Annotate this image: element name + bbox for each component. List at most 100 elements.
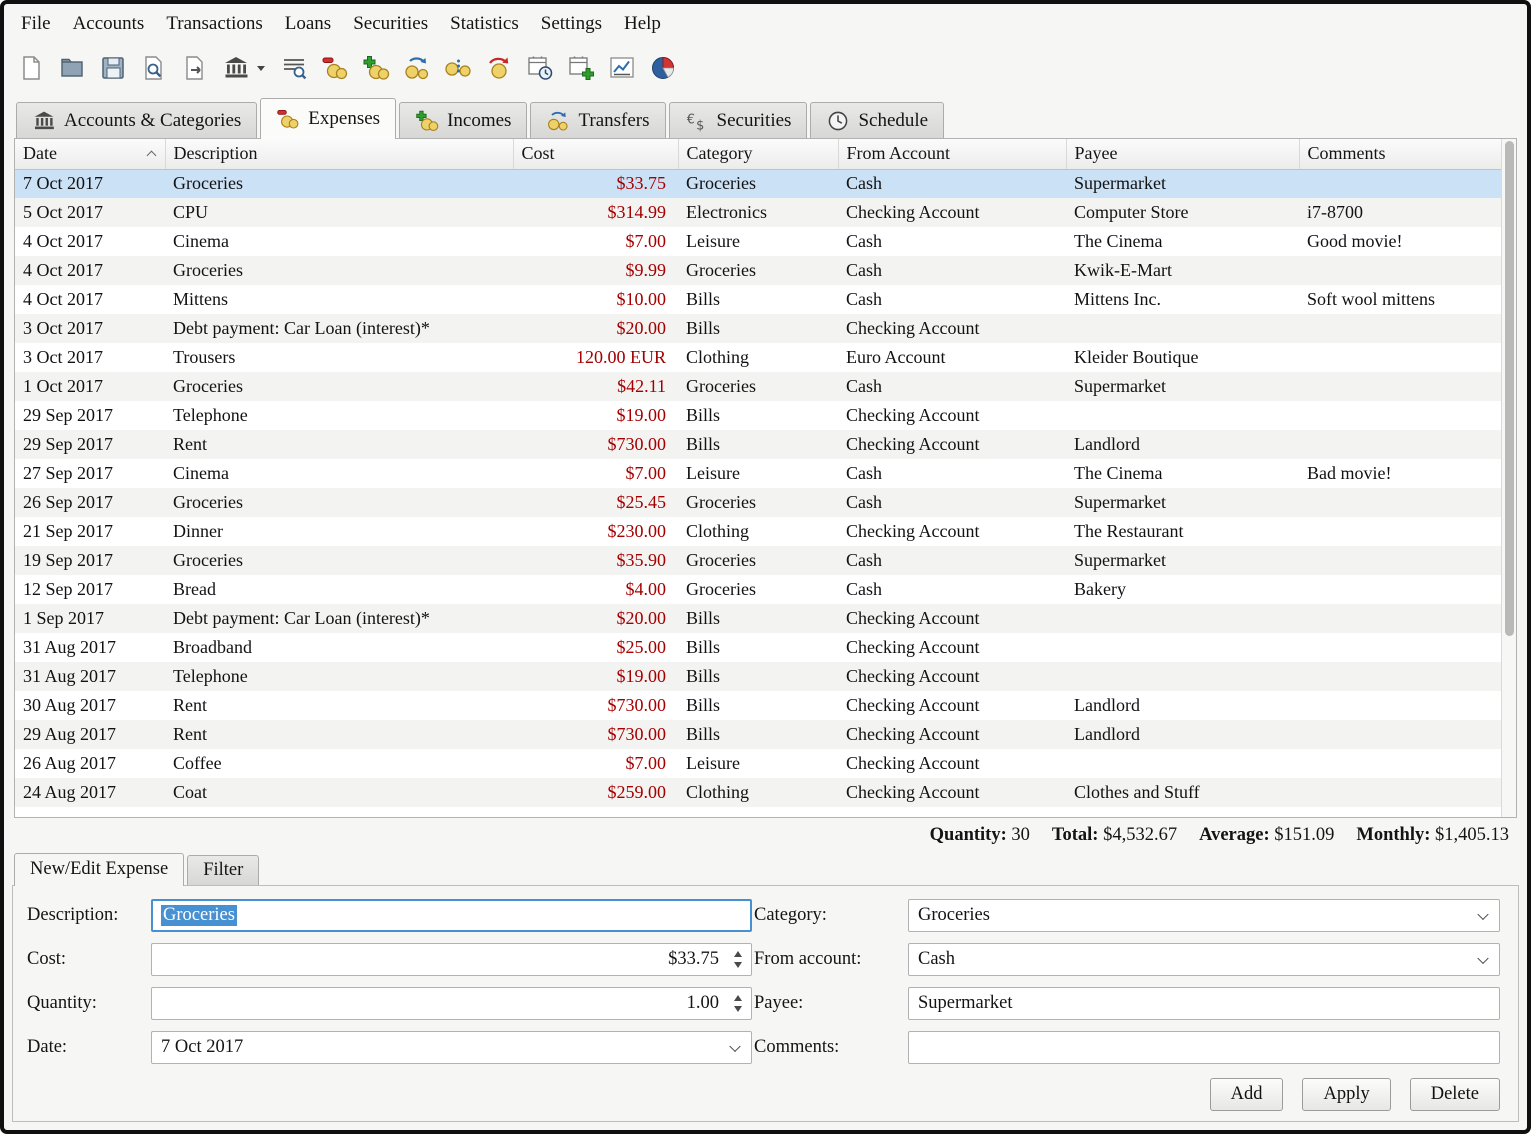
new-file-button[interactable] (14, 51, 48, 85)
scrollbar-thumb[interactable] (1505, 141, 1514, 636)
table-row[interactable]: 31 Aug 2017Broadband$25.00BillsChecking … (15, 633, 1501, 662)
export-button[interactable] (178, 51, 212, 85)
quantity-input[interactable]: 1.00 (151, 987, 752, 1020)
tab-transfers[interactable]: Transfers (530, 102, 665, 138)
table-row[interactable]: 1 Sep 2017Debt payment: Car Loan (intere… (15, 604, 1501, 633)
table-row[interactable]: 4 Oct 2017Mittens$10.00BillsCashMittens … (15, 285, 1501, 314)
cost-input[interactable]: $33.75 (151, 943, 752, 976)
spin-down-icon[interactable] (734, 962, 742, 968)
table-row[interactable]: 26 Sep 2017Groceries$25.45GroceriesCashS… (15, 488, 1501, 517)
menu-transactions[interactable]: Transactions (155, 7, 273, 41)
column-header-from-account[interactable]: From Account (838, 139, 1066, 169)
menu-statistics[interactable]: Statistics (439, 7, 530, 41)
pie-chart-button[interactable] (646, 51, 680, 85)
quantity-spinner[interactable] (727, 989, 749, 1018)
column-header-description[interactable]: Description (165, 139, 513, 169)
from-account-combobox[interactable]: Cash (908, 943, 1500, 976)
schedule-button[interactable] (523, 51, 557, 85)
tab-expenses[interactable]: Expenses (260, 98, 396, 139)
editor-tab-new-edit-expense[interactable]: New/Edit Expense (14, 853, 184, 886)
vertical-scrollbar[interactable] (1501, 139, 1516, 817)
table-row[interactable]: 24 Aug 2017Coat$259.00ClothingChecking A… (15, 778, 1501, 807)
category-combobox[interactable]: Groceries (908, 899, 1500, 932)
tab-schedule[interactable]: Schedule (810, 102, 944, 138)
table-row[interactable]: 30 Aug 2017Rent$730.00BillsChecking Acco… (15, 691, 1501, 720)
menu-accounts[interactable]: Accounts (62, 7, 156, 41)
total-label: Total: (1052, 825, 1099, 845)
column-header-date[interactable]: Date (15, 139, 165, 169)
column-header-comments[interactable]: Comments (1299, 139, 1501, 169)
table-row[interactable]: 4 Oct 2017Groceries$9.99GroceriesCashKwi… (15, 256, 1501, 285)
cell-from-account: Checking Account (838, 720, 1066, 749)
cell-comments (1299, 575, 1501, 604)
tab-securities[interactable]: €$Securities (669, 102, 808, 138)
editor-tab-bar: New/Edit ExpenseFilter (4, 852, 1527, 885)
spin-up-icon[interactable] (734, 995, 742, 1001)
save-button[interactable] (96, 51, 130, 85)
table-row[interactable]: 3 Oct 2017Trousers120.00 EURClothingEuro… (15, 343, 1501, 372)
open-file-button[interactable] (55, 51, 89, 85)
chart-button[interactable] (605, 51, 639, 85)
cost-spinner[interactable] (727, 945, 749, 974)
editor-tab-filter[interactable]: Filter (187, 855, 259, 885)
from-account-value: Cash (918, 949, 955, 970)
cell-cost: $42.11 (513, 372, 678, 401)
column-header-payee[interactable]: Payee (1066, 139, 1299, 169)
cell-from-account: Checking Account (838, 198, 1066, 227)
description-input[interactable]: Groceries (151, 899, 752, 932)
pie-chart-icon (649, 54, 677, 82)
refund-button[interactable] (482, 51, 516, 85)
split-transaction-button[interactable] (441, 51, 475, 85)
payee-input[interactable]: Supermarket (908, 987, 1500, 1020)
cell-category: Bills (678, 662, 838, 691)
tab-incomes[interactable]: Incomes (399, 102, 527, 138)
table-row[interactable]: 29 Sep 2017Telephone$19.00BillsChecking … (15, 401, 1501, 430)
description-selected-text: Groceries (161, 905, 237, 926)
new-income-button[interactable] (359, 51, 393, 85)
comments-input[interactable] (908, 1031, 1500, 1064)
from-account-label: From account: (754, 949, 906, 970)
cell-cost: $4.00 (513, 575, 678, 604)
table-row[interactable]: 5 Oct 2017CPU$314.99ElectronicsChecking … (15, 198, 1501, 227)
new-expense-button[interactable] (318, 51, 352, 85)
cell-date: 29 Aug 2017 (15, 720, 165, 749)
menu-loans[interactable]: Loans (274, 7, 342, 41)
table-row[interactable]: 31 Aug 2017Telephone$19.00BillsChecking … (15, 662, 1501, 691)
menu-file[interactable]: File (10, 7, 62, 41)
cell-description: Cinema (165, 459, 513, 488)
spin-down-icon[interactable] (734, 1006, 742, 1012)
table-row[interactable]: 29 Aug 2017Rent$730.00BillsChecking Acco… (15, 720, 1501, 749)
tab-accounts[interactable]: Accounts & Categories (16, 102, 257, 138)
column-header-cost[interactable]: Cost (513, 139, 678, 169)
menu-securities[interactable]: Securities (342, 7, 439, 41)
cell-comments (1299, 314, 1501, 343)
column-header-category[interactable]: Category (678, 139, 838, 169)
menu-help[interactable]: Help (613, 7, 672, 41)
table-row[interactable]: 21 Sep 2017Dinner$230.00ClothingChecking… (15, 517, 1501, 546)
spin-up-icon[interactable] (734, 951, 742, 957)
menu-settings[interactable]: Settings (530, 7, 613, 41)
table-row[interactable]: 19 Sep 2017Groceries$35.90GroceriesCashS… (15, 546, 1501, 575)
table-row[interactable]: 26 Aug 2017Coffee$7.00LeisureChecking Ac… (15, 749, 1501, 778)
cell-from-account: Checking Account (838, 691, 1066, 720)
accounts-button[interactable] (219, 51, 253, 85)
accounts-dropdown-caret-icon[interactable] (257, 66, 265, 71)
date-combobox[interactable]: 7 Oct 2017 (151, 1031, 752, 1064)
table-row[interactable]: 27 Sep 2017Cinema$7.00LeisureCashThe Cin… (15, 459, 1501, 488)
apply-button[interactable]: Apply (1302, 1078, 1390, 1111)
edit-schedule-button[interactable] (564, 51, 598, 85)
chart-icon (608, 54, 636, 82)
table-row[interactable]: 3 Oct 2017Debt payment: Car Loan (intere… (15, 314, 1501, 343)
ledger-button[interactable] (277, 51, 311, 85)
edit-schedule-icon (567, 54, 595, 82)
cell-date: 31 Aug 2017 (15, 662, 165, 691)
table-row[interactable]: 4 Oct 2017Cinema$7.00LeisureCashThe Cine… (15, 227, 1501, 256)
table-row[interactable]: 12 Sep 2017Bread$4.00GroceriesCashBakery (15, 575, 1501, 604)
delete-button[interactable]: Delete (1410, 1078, 1500, 1111)
table-row[interactable]: 29 Sep 2017Rent$730.00BillsChecking Acco… (15, 430, 1501, 459)
table-row[interactable]: 7 Oct 2017Groceries$33.75GroceriesCashSu… (15, 169, 1501, 198)
table-row[interactable]: 1 Oct 2017Groceries$42.11GroceriesCashSu… (15, 372, 1501, 401)
new-transfer-button[interactable] (400, 51, 434, 85)
print-preview-button[interactable] (137, 51, 171, 85)
add-button[interactable]: Add (1210, 1078, 1284, 1111)
